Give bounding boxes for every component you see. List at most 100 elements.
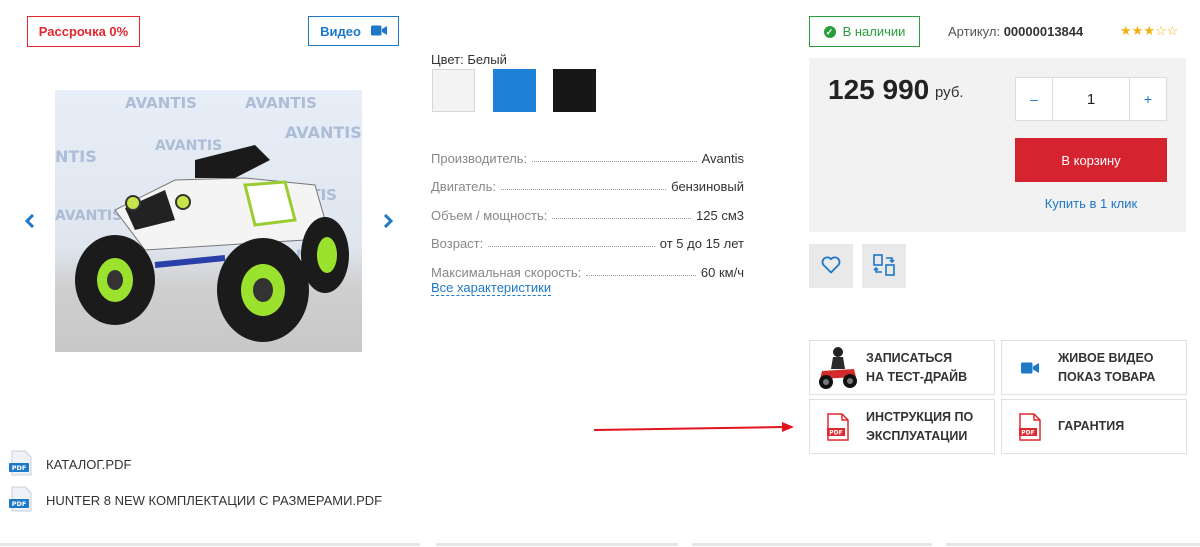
live-video-tile[interactable]: Живое видео показ товара — [1001, 340, 1187, 395]
pdf-icon: PDF — [810, 399, 866, 454]
article-value: 00000013844 — [1003, 24, 1084, 39]
spec-dots — [552, 217, 692, 219]
heart-icon — [821, 256, 841, 277]
compare-button[interactable] — [862, 244, 906, 288]
article-label: Артикул: — [948, 24, 1001, 39]
product-image[interactable]: AVANTIS AVANTIS AVANTIS NTIS AVANTIS AVA… — [55, 90, 362, 352]
spec-row: Двигатель: бензиновый — [431, 166, 744, 194]
spec-value: от 5 до 15 лет — [659, 236, 744, 251]
chevron-right-icon — [383, 211, 394, 234]
specs-list: Производитель: Avantis Двигатель: бензин… — [431, 137, 744, 280]
test-drive-tile[interactable]: Записаться на тест-драйв — [809, 340, 995, 395]
favorite-button[interactable] — [809, 244, 853, 288]
pdf-icon: PDF — [1002, 399, 1058, 454]
spec-dots — [488, 246, 655, 247]
color-swatch-blue[interactable] — [493, 69, 536, 112]
color-swatch-white[interactable] — [432, 69, 475, 112]
star-filled-icon: ★ — [1143, 23, 1155, 38]
quantity-stepper: – 1 + — [1015, 77, 1167, 121]
video-button-label: Видео — [320, 23, 361, 39]
star-filled-icon: ★ — [1131, 23, 1144, 38]
tile-line: Гарантия — [1058, 419, 1125, 433]
spec-row: Максимальная скорость: 60 км/ч — [431, 251, 744, 280]
manual-label: Инструкция по эксплуатации — [866, 408, 973, 446]
quantity-input[interactable]: 1 — [1053, 78, 1129, 120]
spec-value: 125 см3 — [696, 207, 744, 223]
svg-text:AVANTIS: AVANTIS — [155, 138, 222, 154]
tab-divider — [946, 543, 1200, 546]
pdf-file-icon: PDF — [8, 450, 34, 479]
tab-divider — [0, 543, 420, 546]
tab-divider — [436, 543, 678, 546]
file-link[interactable]: PDF Каталог.pdf — [8, 450, 131, 479]
warranty-tile[interactable]: PDF Гарантия — [1001, 399, 1187, 454]
live-video-label: Живое видео показ товара — [1058, 349, 1155, 387]
tile-line: эксплуатации — [866, 428, 968, 443]
price-value: 125 990 — [828, 74, 930, 105]
svg-text:PDF: PDF — [12, 500, 27, 508]
compare-icon — [872, 253, 896, 280]
tile-line: Записаться — [866, 350, 953, 365]
svg-text:AVANTIS: AVANTIS — [55, 208, 122, 224]
buy-one-click-link[interactable]: Купить в 1 клик — [1015, 196, 1167, 211]
spec-label: Возраст: — [431, 236, 484, 251]
spec-label: Двигатель: — [431, 179, 496, 194]
svg-text:AVANTIS: AVANTIS — [125, 94, 197, 112]
all-specs-link[interactable]: Все характеристики — [431, 280, 552, 296]
svg-text:AVANTIS: AVANTIS — [245, 94, 317, 112]
in-stock-badge: ✓ В наличии — [809, 16, 920, 47]
installment-badge[interactable]: Рассрочка 0% — [27, 16, 140, 47]
svg-text:PDF: PDF — [12, 464, 27, 472]
file-name: Каталог.pdf — [46, 457, 132, 472]
spec-dots — [500, 189, 667, 190]
svg-text:PDF: PDF — [1021, 429, 1034, 436]
spec-dots — [532, 160, 697, 162]
file-name: HUNTER 8 NEW комплектации с размерами.pd… — [46, 493, 383, 508]
manual-tile[interactable]: PDF Инструкция по эксплуатации — [809, 399, 995, 454]
spec-dots — [586, 274, 696, 276]
video-camera-icon — [1002, 340, 1058, 395]
svg-text:PDF: PDF — [829, 429, 842, 436]
quantity-decrease-button[interactable]: – — [1016, 78, 1053, 120]
gallery-next-button[interactable] — [380, 212, 396, 232]
spec-row: Возраст: от 5 до 15 лет — [431, 223, 744, 251]
test-drive-label: Записаться на тест-драйв — [866, 349, 967, 387]
installment-badge-label: Рассрочка 0% — [38, 24, 129, 39]
file-link[interactable]: PDF HUNTER 8 NEW комплектации с размерам… — [8, 486, 382, 515]
quantity-increase-button[interactable]: + — [1129, 78, 1166, 120]
spec-row: Производитель: Avantis — [431, 137, 744, 166]
check-circle-icon: ✓ — [823, 25, 836, 38]
article-number: Артикул: 00000013844 — [948, 24, 1083, 39]
pdf-file-icon: PDF — [8, 486, 34, 515]
star-empty-icon: ☆ — [1166, 23, 1179, 38]
annotation-arrow — [593, 420, 799, 436]
video-button[interactable]: Видео — [308, 16, 399, 46]
warranty-label: Гарантия — [1058, 417, 1124, 436]
spec-label: Объем / мощность: — [431, 207, 548, 223]
spec-value: Avantis — [701, 150, 744, 166]
tile-line: показ товара — [1058, 369, 1156, 384]
spec-value: 60 км/ч — [700, 264, 744, 280]
tile-line: Инструкция по — [866, 409, 974, 424]
spec-label: Максимальная скорость: — [431, 264, 582, 280]
chevron-left-icon — [24, 211, 35, 234]
in-stock-label: В наличии — [842, 24, 906, 39]
svg-text:NTIS: NTIS — [55, 147, 97, 166]
video-camera-icon — [370, 24, 387, 39]
rating-stars[interactable]: ★★★☆☆ — [1120, 23, 1178, 39]
star-filled-icon: ★ — [1120, 23, 1132, 38]
tab-divider — [692, 543, 932, 546]
price-currency: руб. — [935, 84, 964, 101]
spec-value: бензиновый — [671, 179, 744, 194]
spec-label: Производитель: — [431, 150, 528, 166]
gallery-prev-button[interactable] — [22, 212, 38, 232]
atv-rider-icon — [810, 340, 866, 395]
color-swatch-black[interactable] — [553, 69, 596, 112]
spec-row: Объем / мощность: 125 см3 — [431, 194, 744, 223]
tile-line: Живое видео — [1058, 350, 1154, 365]
tile-line: на тест-драйв — [866, 369, 968, 384]
color-label: Цвет: Белый — [431, 52, 507, 67]
add-to-cart-button[interactable]: В корзину — [1015, 138, 1167, 182]
star-empty-icon: ☆ — [1154, 23, 1167, 38]
svg-text:AVANTIS: AVANTIS — [285, 123, 362, 142]
